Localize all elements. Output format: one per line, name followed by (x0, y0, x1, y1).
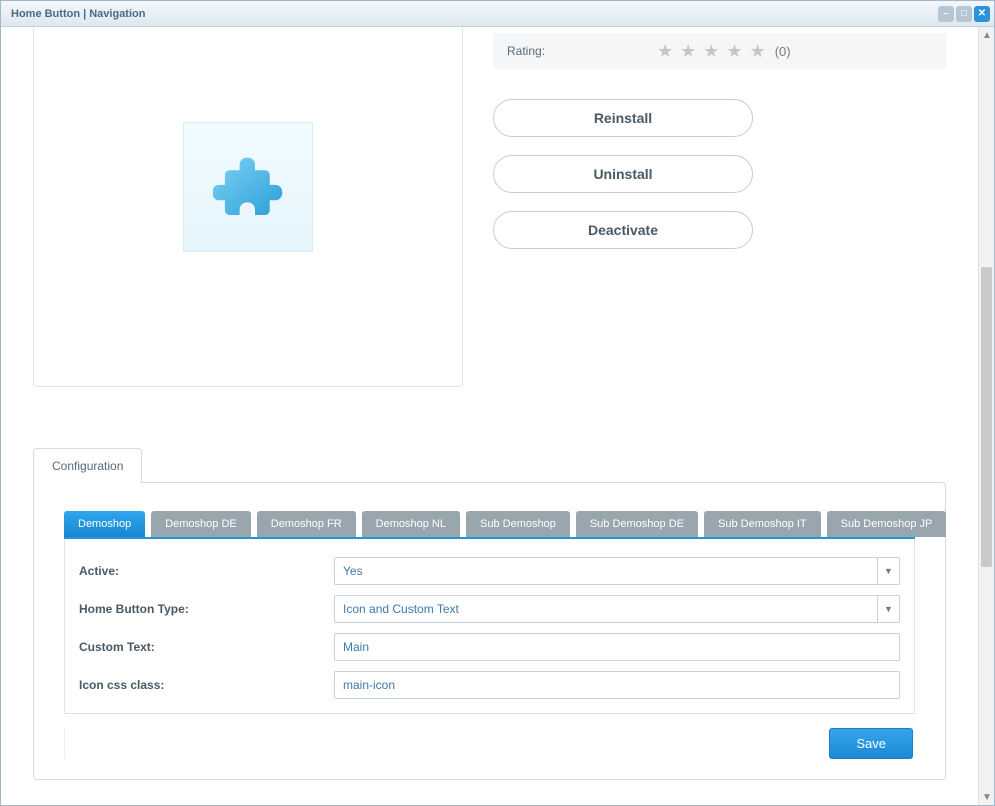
label-icon-css-class: Icon css class: (79, 678, 334, 692)
plugin-window: Home Button | Navigation – □ ✕ (0, 0, 995, 806)
scroll-up-icon[interactable]: ▲ (979, 27, 995, 43)
plugin-preview-card (33, 27, 463, 387)
window-close-button[interactable]: ✕ (974, 6, 990, 22)
window-title: Home Button | Navigation (11, 8, 145, 20)
subtab-sub-demoshop-it[interactable]: Sub Demoshop IT (704, 511, 821, 537)
config-form: Active: Yes ▼ Home Button Type: Ic (64, 539, 915, 714)
rating-count: (0) (775, 44, 791, 59)
uninstall-button[interactable]: Uninstall (493, 155, 753, 193)
label-home-button-type: Home Button Type: (79, 602, 334, 616)
scroll-thumb[interactable] (981, 267, 992, 567)
reinstall-button[interactable]: Reinstall (493, 99, 753, 137)
window-maximize-button[interactable]: □ (956, 6, 972, 22)
subtab-sub-demoshop-jp[interactable]: Sub Demoshop JP (827, 511, 947, 537)
rating-stars[interactable]: ★ ★ ★ ★ ★ (657, 41, 767, 62)
deactivate-button[interactable]: Deactivate (493, 211, 753, 249)
label-custom-text: Custom Text: (79, 640, 334, 654)
select-home-button-type[interactable]: Icon and Custom Text ▼ (334, 595, 900, 623)
subtab-demoshop-de[interactable]: Demoshop DE (151, 511, 251, 537)
subtab-sub-demoshop-de[interactable]: Sub Demoshop DE (576, 511, 698, 537)
subtab-demoshop[interactable]: Demoshop (64, 511, 145, 537)
subtab-sub-demoshop[interactable]: Sub Demoshop (466, 511, 570, 537)
subtab-demoshop-nl[interactable]: Demoshop NL (362, 511, 460, 537)
select-active[interactable]: Yes ▼ (334, 557, 900, 585)
save-button[interactable]: Save (829, 728, 913, 759)
select-active-value: Yes (335, 564, 877, 578)
label-active: Active: (79, 564, 334, 578)
tab-configuration[interactable]: Configuration (33, 448, 142, 483)
chevron-down-icon[interactable]: ▼ (877, 596, 899, 622)
window-titlebar[interactable]: Home Button | Navigation – □ ✕ (1, 1, 994, 27)
scroll-down-icon[interactable]: ▼ (979, 789, 995, 805)
input-icon-css-class[interactable] (334, 671, 900, 699)
input-custom-text[interactable] (334, 633, 900, 661)
chevron-down-icon[interactable]: ▼ (877, 558, 899, 584)
window-minimize-button[interactable]: – (938, 6, 954, 22)
configuration-section: Configuration Demoshop Demoshop DE Demos… (33, 447, 946, 780)
subtab-demoshop-fr[interactable]: Demoshop FR (257, 511, 356, 537)
plugin-icon (183, 122, 313, 252)
rating-row: Rating: ★ ★ ★ ★ ★ (0) (493, 33, 946, 69)
window-content: Rating: ★ ★ ★ ★ ★ (0) Reinstall Uninstal… (1, 27, 978, 805)
shop-subtabs: Demoshop Demoshop DE Demoshop FR Demosho… (64, 511, 915, 539)
select-type-value: Icon and Custom Text (335, 602, 877, 616)
rating-label: Rating: (507, 44, 657, 58)
vertical-scrollbar[interactable]: ▲ ▼ (978, 27, 994, 805)
